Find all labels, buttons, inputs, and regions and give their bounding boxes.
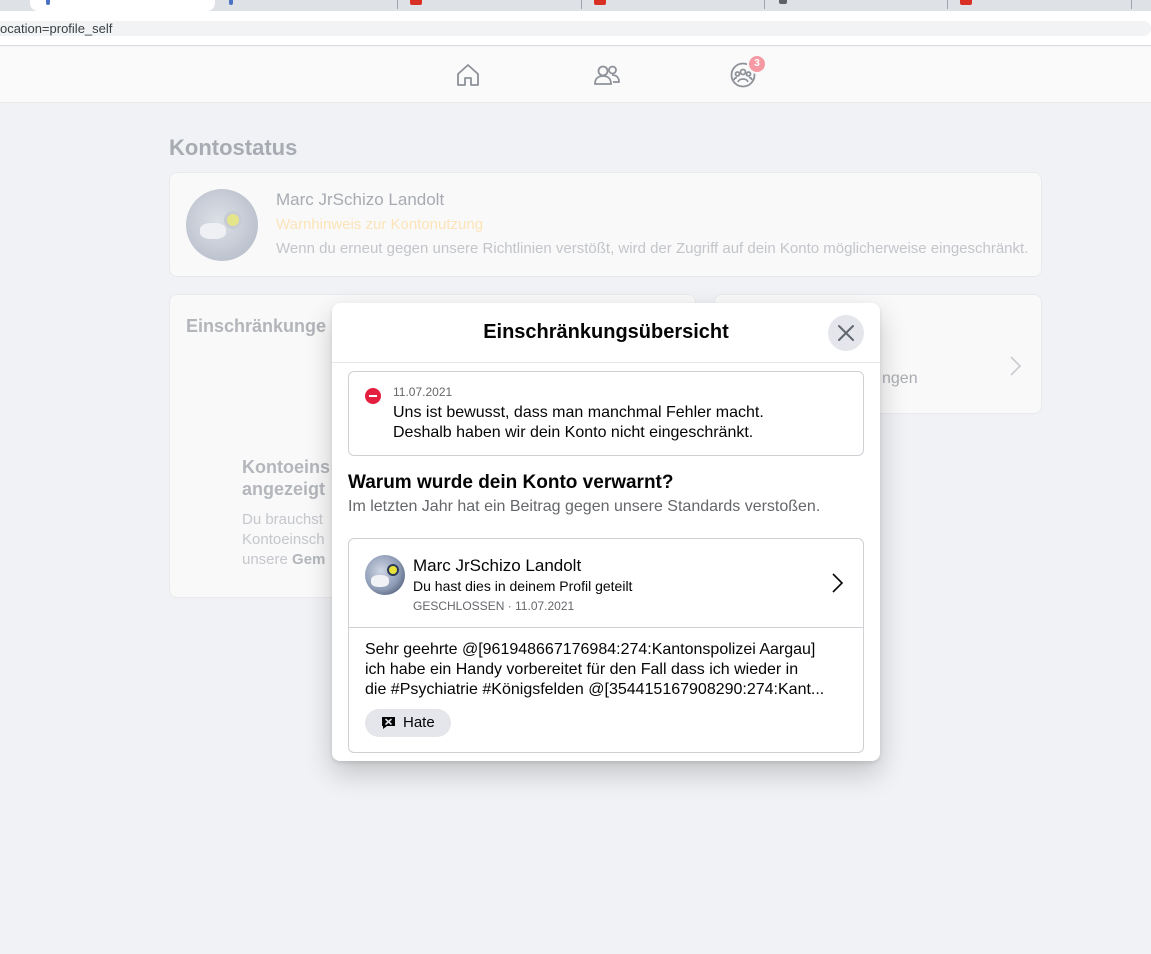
post-header[interactable]: Marc JrSchizo Landolt Du hast dies in de…: [349, 539, 863, 628]
tab-favicon: [46, 0, 50, 5]
browser-tab[interactable]: [398, 0, 582, 11]
post-body-line: ich habe ein Handy vorbereitet für den F…: [365, 661, 799, 678]
chevron-right-icon: [829, 571, 845, 595]
violating-post-card: Marc JrSchizo Landolt Du hast dies in de…: [348, 538, 864, 753]
url-text: ocation=profile_self: [0, 21, 113, 36]
browser-tab-strip: [0, 0, 1151, 11]
status-warning-label: Warnhinweis zur Kontonutzung: [276, 216, 484, 233]
flag-x-icon: [382, 717, 395, 729]
browser-tab[interactable]: [215, 0, 398, 11]
page-title: Kontostatus: [169, 135, 298, 160]
dialog-title: Einschränkungsübersicht: [483, 321, 729, 343]
top-navigation: [0, 47, 1151, 103]
side-card-label: ngen: [882, 370, 918, 387]
home-icon[interactable]: [454, 61, 482, 89]
address-bar: ocation=profile_self: [0, 11, 1151, 46]
post-body-line: die #Psychiatrie #Königsfelden @[3544151…: [365, 681, 825, 698]
notice-line: Deshalb haben wir dein Konto nicht einge…: [393, 424, 754, 441]
dialog-header: Einschränkungsübersicht: [332, 303, 880, 363]
notice-card: 11.07.2021 Uns ist bewusst, dass man man…: [348, 371, 864, 456]
restrictions-heading: Einschränkunge: [186, 316, 327, 336]
browser-tab[interactable]: [582, 0, 765, 11]
avatar: [186, 189, 258, 261]
status-profile-name: Marc JrSchizo Landolt: [276, 190, 445, 209]
browser-tab-active[interactable]: [30, 0, 215, 11]
restriction-overview-dialog: Einschränkungsübersicht 11.07.2021 Uns i…: [332, 303, 880, 761]
section-title: Warum wurde dein Konto verwarnt?: [348, 472, 674, 493]
notice-date: 11.07.2021: [393, 385, 453, 399]
browser-tab[interactable]: [948, 0, 1132, 11]
post-shared-info: Du hast dies in deinem Profil geteilt: [413, 578, 633, 594]
status-description: Wenn du erneut gegen unsere Richtlinien …: [276, 240, 1029, 257]
url-field[interactable]: ocation=profile_self: [0, 21, 1151, 36]
notification-badge: 3: [747, 54, 767, 74]
post-body-line: Sehr geehrte @[961948667176984:274:Kanto…: [365, 641, 816, 658]
friends-icon[interactable]: [593, 61, 621, 89]
post-meta: GESCHLOSSEN · 11.07.2021: [413, 599, 575, 613]
post-author: Marc JrSchizo Landolt: [413, 556, 582, 575]
avatar: [365, 555, 405, 595]
close-button[interactable]: [828, 315, 864, 351]
restriction-icon: [365, 388, 381, 404]
notice-text: Uns ist bewusst, dass man manchmal Fehle…: [393, 403, 853, 443]
tab-favicon: [960, 0, 972, 5]
tab-favicon: [229, 0, 233, 5]
violation-tag: Hate: [365, 709, 451, 737]
browser-tab[interactable]: [765, 0, 948, 11]
notice-line: Uns ist bewusst, dass man manchmal Fehle…: [393, 404, 764, 421]
tab-favicon: [410, 0, 422, 5]
tab-favicon: [779, 0, 787, 4]
chevron-right-icon: [1005, 354, 1025, 378]
close-icon: [838, 325, 854, 341]
section-subtitle: Im letzten Jahr hat ein Beitrag gegen un…: [348, 498, 821, 515]
tab-favicon: [594, 0, 606, 5]
violation-tag-label: Hate: [403, 714, 435, 731]
post-body: Sehr geehrte @[961948667176984:274:Kanto…: [365, 640, 849, 700]
